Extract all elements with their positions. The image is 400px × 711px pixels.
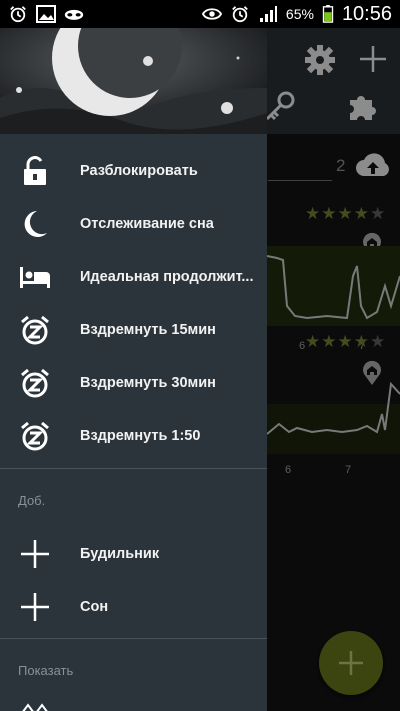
lock-icon [18, 154, 52, 188]
bed-icon [18, 260, 52, 294]
menu-item-label: Вздремнуть 15мин [80, 321, 216, 338]
menu-item-nap-150[interactable]: Вздремнуть 1:50 [0, 409, 267, 462]
menu-item-label: Вздремнуть 30мин [80, 374, 216, 391]
menu-item-sleep-tracking[interactable]: Отслеживание сна [0, 197, 267, 250]
snooze-alarm-icon [18, 419, 52, 453]
section-title-show: Показать [18, 663, 74, 678]
sleep-mask-icon [64, 9, 84, 20]
menu-item-nap-15[interactable]: Вздремнуть 15мин [0, 303, 267, 356]
menu-item-unlock[interactable]: Разблокировать [0, 144, 267, 197]
clock-time: 10:56 [341, 2, 392, 25]
divider [0, 468, 267, 469]
alarm-clock-icon [232, 6, 248, 23]
battery-icon [322, 5, 334, 23]
drawer-scrim[interactable] [267, 28, 400, 711]
snooze-alarm-icon [18, 313, 52, 347]
eye-icon [201, 8, 222, 20]
snooze-alarm-icon [18, 366, 52, 400]
menu-item-label: Отслеживание сна [80, 215, 214, 232]
navigation-drawer: Разблокировать Отслеживание сна Идеальна… [0, 28, 267, 711]
status-bar: 65% 10:56 [0, 0, 400, 28]
alarm-clock-icon [10, 6, 26, 23]
battery-percent: 65% [285, 6, 314, 22]
drawer-header-image [0, 28, 267, 134]
menu-item-label: Идеальная продолжит... [80, 268, 254, 285]
night-sky-illustration [0, 28, 267, 134]
menu-item-label: Будильник [80, 545, 160, 562]
moon-icon [18, 207, 52, 241]
plus-icon [18, 537, 52, 571]
menu-item-label: Вздремнуть 1:50 [80, 427, 201, 444]
plus-icon [18, 590, 52, 624]
section-title-add: Доб. [18, 493, 46, 508]
menu-item-label: Разблокировать [80, 162, 198, 179]
gallery-icon [36, 5, 56, 23]
menu-item-nap-30[interactable]: Вздремнуть 30мин [0, 356, 267, 409]
menu-item-add-sleep[interactable]: Сон [0, 580, 267, 633]
menu-item-add-alarm[interactable]: Будильник [0, 527, 267, 580]
divider [0, 638, 267, 639]
menu-item-ideal-duration[interactable]: Идеальная продолжит... [0, 250, 267, 303]
menu-item-label: Сон [80, 598, 109, 615]
partial-icon [22, 703, 48, 711]
signal-icon [259, 6, 277, 22]
